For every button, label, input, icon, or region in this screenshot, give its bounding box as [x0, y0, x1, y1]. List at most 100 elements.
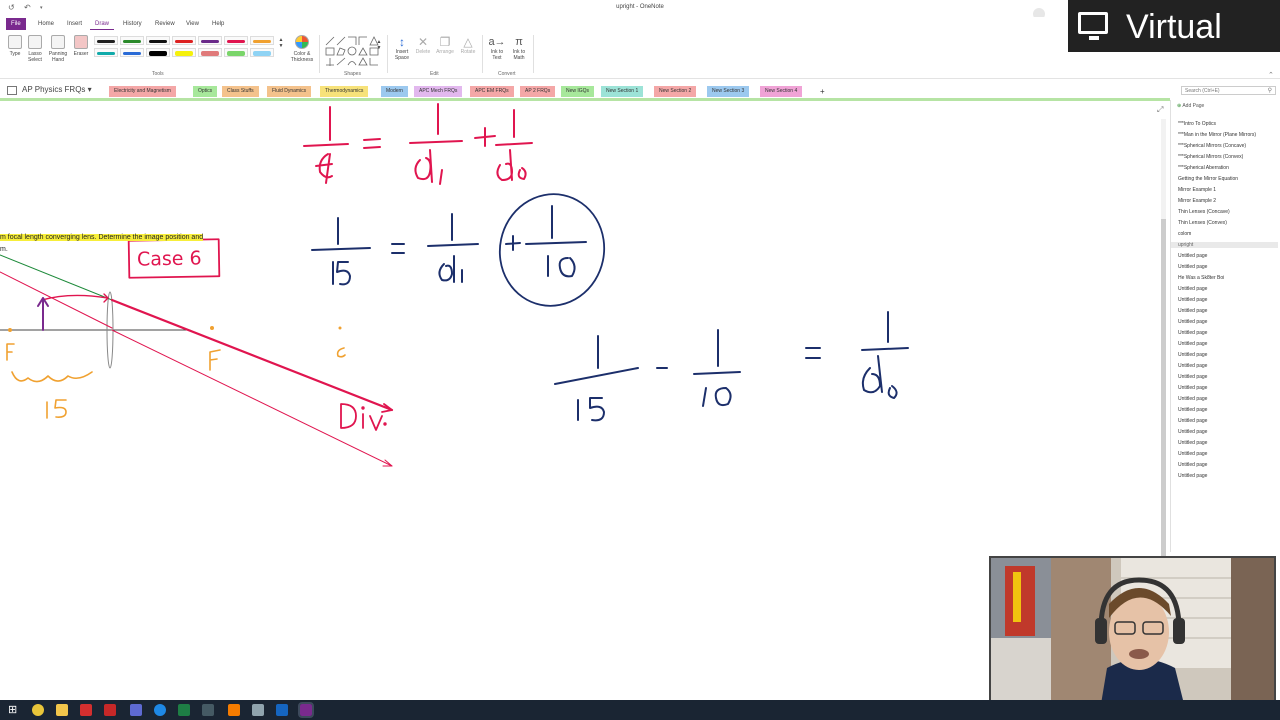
edge-icon[interactable]: [154, 704, 166, 716]
app-icon-grey[interactable]: [252, 704, 264, 716]
page-list-item[interactable]: Untitled page: [1178, 363, 1207, 369]
chrome-icon[interactable]: [32, 704, 44, 716]
pen-black[interactable]: [94, 36, 118, 45]
page-list-item[interactable]: ***Spherical Mirrors (Convex): [1178, 154, 1243, 160]
page-list-item[interactable]: upright: [1171, 242, 1278, 248]
section-tab[interactable]: New Section 4: [760, 86, 803, 97]
eraser-button[interactable]: Eraser: [71, 35, 91, 57]
back-icon[interactable]: ↺: [8, 3, 15, 12]
page-list-item[interactable]: Untitled page: [1178, 330, 1207, 336]
undo-icon[interactable]: ↶: [24, 3, 31, 12]
page-list-item[interactable]: Mirror Example 1: [1178, 187, 1216, 193]
page-list-item[interactable]: Thin Lenses (Convex): [1178, 220, 1227, 226]
page-list-item[interactable]: Untitled page: [1178, 374, 1207, 380]
page-list-item[interactable]: colom: [1178, 231, 1191, 237]
section-tab[interactable]: Class Stuffs: [222, 86, 259, 97]
arrange-button[interactable]: ❐ Arrange: [434, 35, 456, 55]
tab-view[interactable]: View: [181, 19, 204, 29]
section-tab[interactable]: New Section 2: [654, 86, 697, 97]
pen-blue[interactable]: [120, 48, 144, 57]
section-tab[interactable]: Fluid Dynamics: [267, 86, 312, 97]
type-button[interactable]: Type: [5, 35, 25, 57]
page-list-item[interactable]: Untitled page: [1178, 385, 1207, 391]
page-list-item[interactable]: Untitled page: [1178, 418, 1207, 424]
recorder-icon[interactable]: [80, 704, 92, 716]
discord-icon[interactable]: [130, 704, 142, 716]
word-icon[interactable]: [276, 704, 288, 716]
excel-icon[interactable]: [178, 704, 190, 716]
page-list-item[interactable]: Thin Lenses (Concave): [1178, 209, 1230, 215]
page-list-item[interactable]: Untitled page: [1178, 308, 1207, 314]
page-list-item[interactable]: Untitled page: [1178, 429, 1207, 435]
vlc-icon[interactable]: [228, 704, 240, 716]
pen-orange[interactable]: [250, 36, 274, 45]
pen-teal[interactable]: [94, 48, 118, 57]
page-list-item[interactable]: Untitled page: [1178, 451, 1207, 457]
app-icon-red[interactable]: [104, 704, 116, 716]
page-list-item[interactable]: Untitled page: [1178, 264, 1207, 270]
page-list-item[interactable]: Untitled page: [1178, 407, 1207, 413]
pen-green[interactable]: [120, 36, 144, 45]
tab-draw[interactable]: Draw: [90, 19, 115, 30]
page-list-item[interactable]: ***Spherical Mirrors (Concave): [1178, 143, 1246, 149]
expand-icon[interactable]: ⤢: [1157, 105, 1163, 115]
page-list-item[interactable]: Untitled page: [1178, 462, 1207, 468]
pen-purple[interactable]: [198, 36, 222, 45]
page-list-item[interactable]: Untitled page: [1178, 286, 1207, 292]
page-list-item[interactable]: Untitled page: [1178, 253, 1207, 259]
pen-app-icon[interactable]: [202, 704, 214, 716]
page-list-item[interactable]: Untitled page: [1178, 473, 1207, 479]
page-list-item[interactable]: Untitled page: [1178, 352, 1207, 358]
tab-history[interactable]: History: [118, 19, 147, 29]
page-list-item[interactable]: ***Intro To Optics: [1178, 121, 1216, 127]
section-tab[interactable]: Thermodynamics: [320, 86, 369, 97]
section-tab[interactable]: Electricity and Magnetism: [109, 86, 176, 97]
search-input[interactable]: Search (Ctrl+E) ⚲: [1181, 86, 1276, 95]
add-page-button[interactable]: ⊕ Add Page: [1177, 103, 1204, 109]
tab-help[interactable]: Help: [207, 19, 229, 29]
rotate-button[interactable]: △ Rotate: [458, 35, 478, 55]
page-list-item[interactable]: Mirror Example 2: [1178, 198, 1216, 204]
page-list-item[interactable]: Untitled page: [1178, 319, 1207, 325]
highlighter-black[interactable]: [146, 48, 170, 57]
page-list-item[interactable]: Untitled page: [1178, 440, 1207, 446]
page-list-item[interactable]: He Was a Sk8ter Boi: [1178, 275, 1224, 281]
insert-space-button[interactable]: ↕ Insert Space: [391, 35, 413, 61]
shapes-scroll-icon[interactable]: ▲ ▼: [376, 39, 382, 51]
file-explorer-icon[interactable]: [56, 704, 68, 716]
highlighter-red[interactable]: [198, 48, 222, 57]
pen-red[interactable]: [172, 36, 196, 45]
quick-access-chevron-icon[interactable]: ▾: [40, 5, 43, 11]
add-section-button[interactable]: +: [815, 86, 830, 97]
onenote-icon[interactable]: [298, 702, 314, 718]
delete-button[interactable]: ✕ Delete: [414, 35, 432, 55]
page-list-item[interactable]: Untitled page: [1178, 341, 1207, 347]
section-tab[interactable]: New IGQs: [561, 86, 595, 97]
highlighter-yellow[interactable]: [172, 48, 196, 57]
section-tab[interactable]: New Section 1: [601, 86, 644, 97]
page-list-item[interactable]: Untitled page: [1178, 297, 1207, 303]
page-list-item[interactable]: Untitled page: [1178, 396, 1207, 402]
pen-pink[interactable]: [224, 36, 248, 45]
section-tab[interactable]: APC EM FRQs: [470, 86, 514, 97]
tab-file[interactable]: File: [6, 18, 26, 30]
color-thickness-button[interactable]: Color & Thickness: [288, 35, 316, 63]
tab-home[interactable]: Home: [33, 19, 59, 29]
pen-black-2[interactable]: [146, 36, 170, 45]
shapes-gallery[interactable]: [323, 36, 383, 68]
page-list-item[interactable]: ***Man in the Mirror (Plane Mirrors): [1178, 132, 1256, 138]
ink-to-text-button[interactable]: a→ Ink to Text: [486, 35, 508, 61]
scrollbar-thumb[interactable]: [1161, 219, 1166, 559]
ink-to-math-button[interactable]: π Ink to Math: [508, 35, 530, 61]
section-tab[interactable]: New Section 3: [707, 86, 750, 97]
lasso-select-button[interactable]: Lasso Select: [25, 35, 45, 63]
pens-scroll-icon[interactable]: ▲ ▼: [278, 37, 284, 49]
panning-hand-button[interactable]: Panning Hand: [46, 35, 70, 63]
tab-insert[interactable]: Insert: [62, 19, 87, 29]
page-list-item[interactable]: ***Spherical Aberration: [1178, 165, 1229, 171]
highlighter-blue[interactable]: [250, 48, 274, 57]
section-tab[interactable]: Optics: [193, 86, 218, 97]
section-tab[interactable]: Modern: [381, 86, 408, 97]
section-tab[interactable]: APC Mech FRQs: [414, 86, 463, 97]
notebook-selector[interactable]: AP Physics FRQs ▾: [22, 85, 92, 94]
